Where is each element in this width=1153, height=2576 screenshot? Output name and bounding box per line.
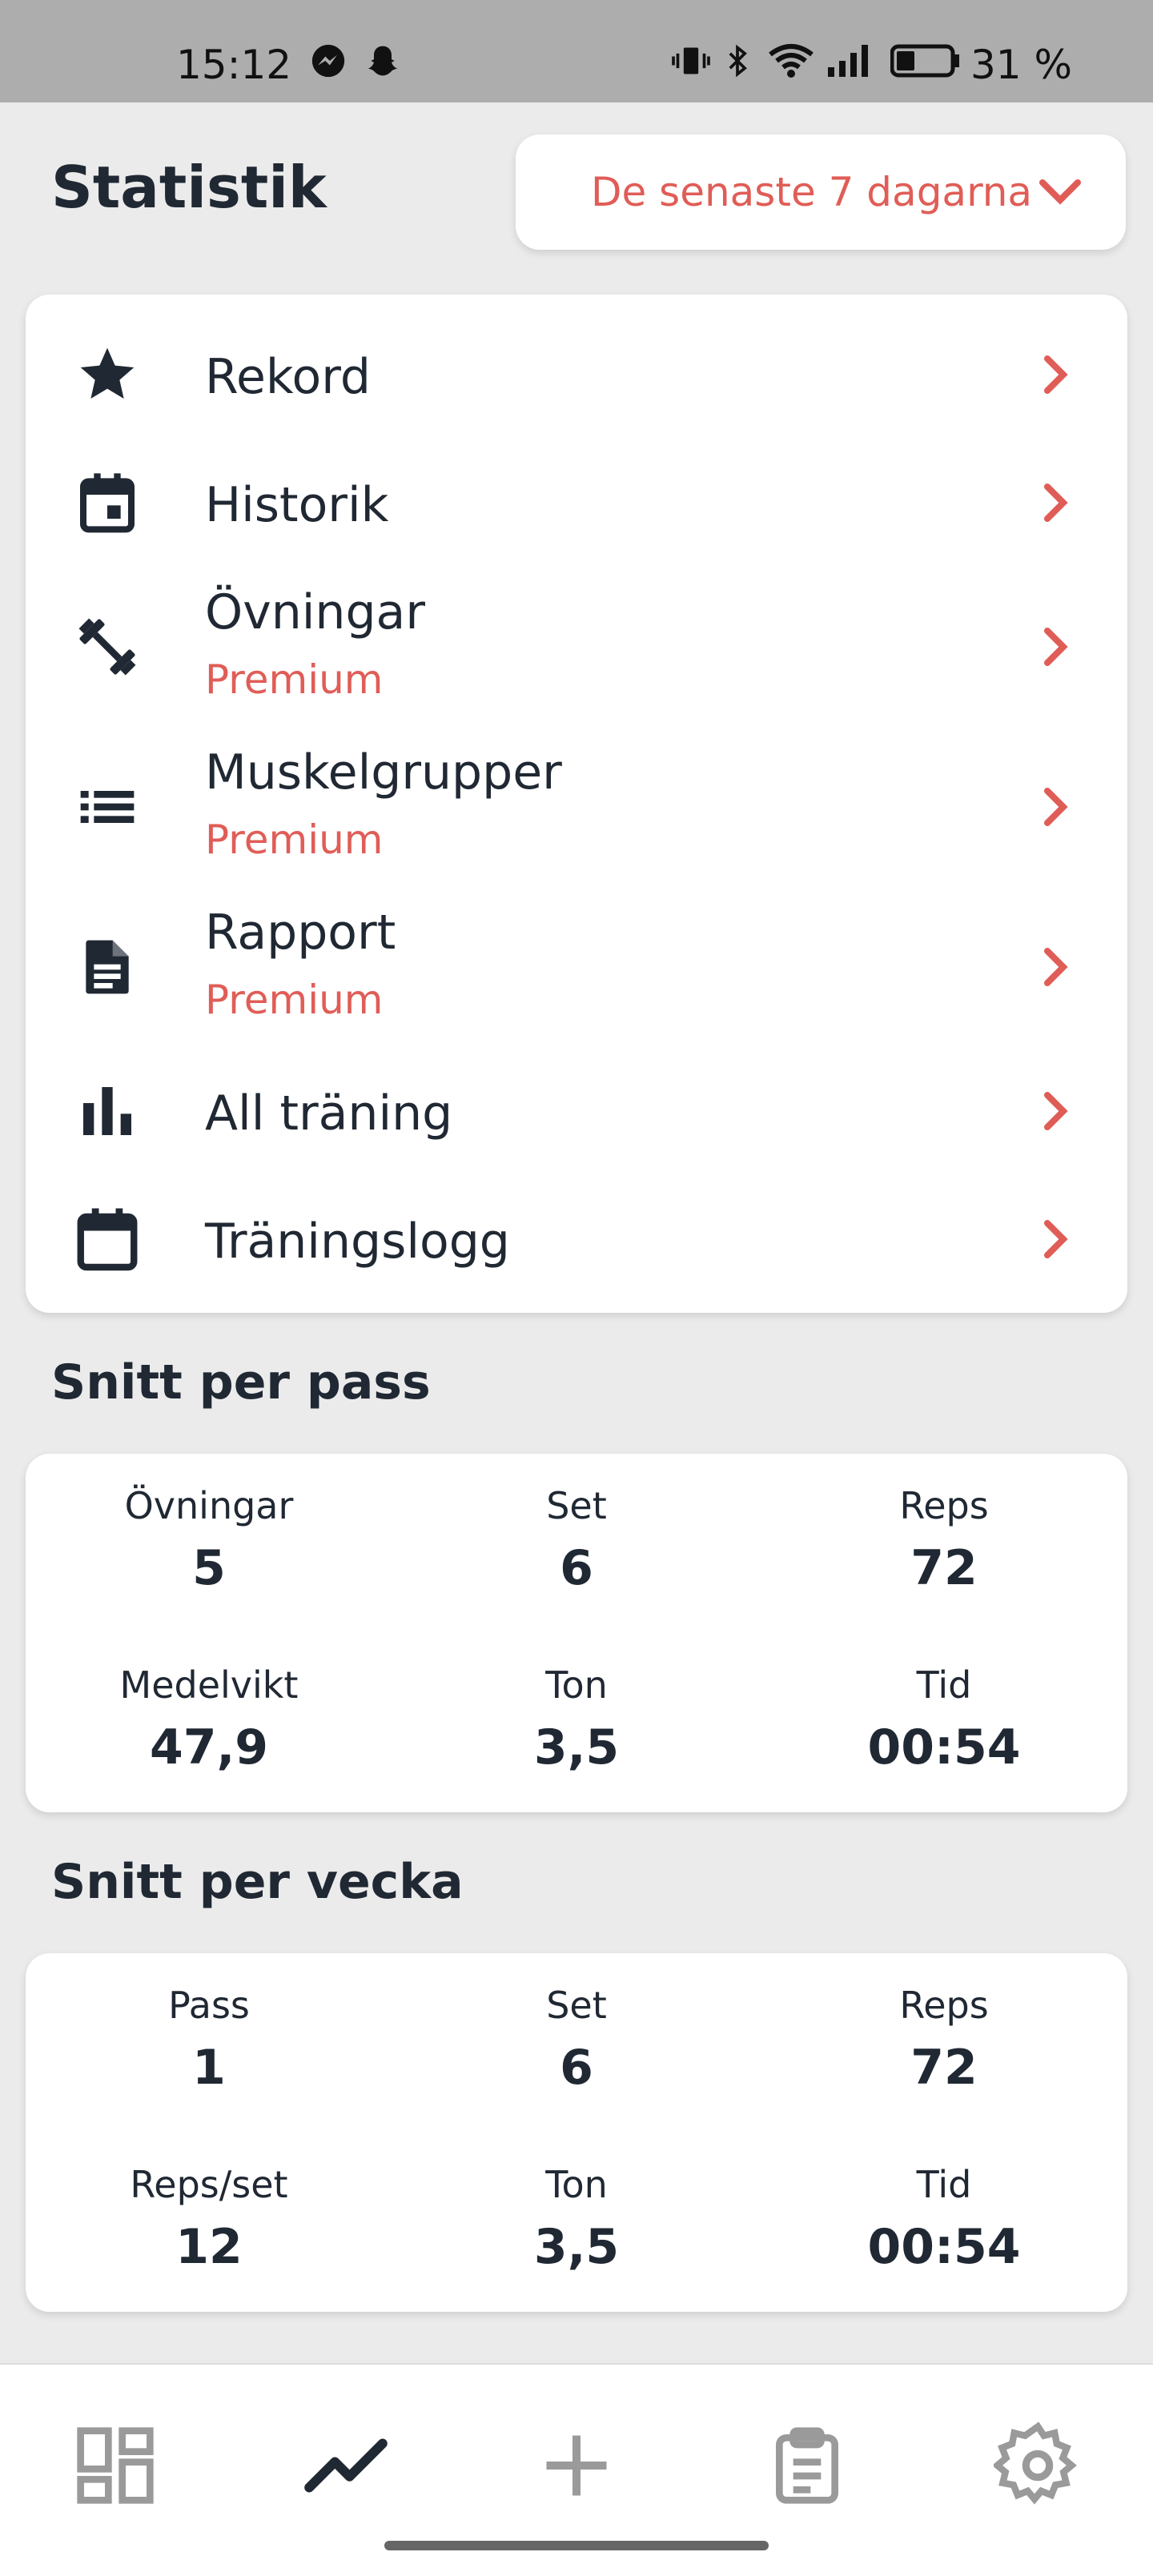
menu-item-muskelgrupper[interactable]: Muskelgrupper Premium <box>26 735 1127 879</box>
stat-sessions: Pass 1 <box>26 1984 392 2096</box>
stat-value: 1 <box>192 2040 226 2096</box>
stat-tons: Ton 3,5 <box>393 1663 760 1776</box>
stat-label: Reps <box>899 1984 989 2027</box>
section-title-per-session: Snitt per pass <box>51 1354 431 1410</box>
vibrate-icon <box>671 43 711 87</box>
stat-tons: Ton 3,5 <box>393 2163 760 2275</box>
menu-item-label: Muskelgrupper <box>205 744 562 800</box>
menu-item-label: Träningslogg <box>205 1214 510 1270</box>
stat-reps: Reps 72 <box>761 1984 1127 2096</box>
menu-item-ovningar[interactable]: Övningar Premium <box>26 575 1127 719</box>
stat-label: Ton <box>545 1663 608 1707</box>
bluetooth-icon <box>724 43 751 87</box>
stat-reps-per-set: Reps/set 12 <box>26 2163 392 2275</box>
stat-label: Reps <box>899 1484 989 1527</box>
menu-item-label: Övningar <box>205 584 425 640</box>
chevron-right-icon <box>1044 1220 1068 1258</box>
stat-value: 3,5 <box>533 2219 620 2275</box>
trending-up-icon <box>304 2438 388 2493</box>
snapchat-icon <box>365 43 400 87</box>
premium-badge: Premium <box>205 656 384 703</box>
section-title-per-week: Snitt per vecka <box>51 1854 464 1910</box>
calendar-event-icon <box>67 463 147 543</box>
menu-item-label: Rapport <box>205 905 396 961</box>
status-bar: 15:12 31 % <box>0 0 1153 102</box>
stat-value: 6 <box>560 1540 593 1596</box>
stat-value: 6 <box>560 2040 593 2096</box>
menu-item-rapport[interactable]: Rapport Premium <box>26 895 1127 1039</box>
dumbbell-icon <box>67 607 147 687</box>
menu-item-traningslogg[interactable]: Träningslogg <box>26 1191 1127 1287</box>
chevron-right-icon <box>1044 788 1068 826</box>
nav-dashboard[interactable] <box>51 2401 179 2530</box>
page-title: Statistik <box>51 154 327 221</box>
chevron-right-icon <box>1044 484 1068 522</box>
menu-item-label: Historik <box>205 477 389 533</box>
stat-sets: Set 6 <box>393 1484 760 1596</box>
stat-value: 72 <box>910 2040 978 2096</box>
stat-value: 5 <box>192 1540 226 1596</box>
menu-item-label: All träning <box>205 1085 453 1142</box>
menu-item-label: Rekord <box>205 349 371 405</box>
date-range-label: De senaste 7 dagarna <box>591 169 1033 215</box>
per-week-stats-card: Pass 1 Set 6 Reps 72 Reps/set 12 Ton 3,5… <box>26 1953 1127 2312</box>
battery-icon <box>890 43 962 87</box>
gear-icon <box>994 2422 1077 2505</box>
stat-value: 47,9 <box>149 1719 269 1776</box>
stat-reps: Reps 72 <box>761 1484 1127 1596</box>
stat-label: Tid <box>916 2163 972 2206</box>
chevron-right-icon <box>1044 628 1068 666</box>
stat-label: Set <box>546 1984 607 2027</box>
stat-time: Tid 00:54 <box>761 1663 1127 1776</box>
premium-badge: Premium <box>205 817 384 863</box>
stat-label: Pass <box>168 1984 250 2027</box>
dashboard-icon <box>77 2427 154 2504</box>
stat-label: Övningar <box>124 1484 294 1527</box>
stat-time: Tid 00:54 <box>761 2163 1127 2275</box>
per-session-stats-card: Övningar 5 Set 6 Reps 72 Medelvikt 47,9 … <box>26 1454 1127 1812</box>
stat-value: 72 <box>910 1540 978 1596</box>
stat-label: Reps/set <box>130 2163 288 2206</box>
stat-exercises: Övningar 5 <box>26 1484 392 1596</box>
wifi-icon <box>769 43 814 87</box>
stat-label: Set <box>546 1484 607 1527</box>
menu-item-rekord[interactable]: Rekord <box>26 327 1127 423</box>
stat-label: Ton <box>545 2163 608 2206</box>
menu-item-historik[interactable]: Historik <box>26 455 1127 551</box>
statistics-menu: Rekord Historik Övningar Premium Muskelg… <box>26 295 1127 1313</box>
stat-value: 12 <box>175 2219 243 2275</box>
nav-settings[interactable] <box>974 2401 1102 2530</box>
stat-label: Medelvikt <box>119 1663 299 1707</box>
date-range-dropdown[interactable]: De senaste 7 dagarna <box>516 134 1126 250</box>
premium-badge: Premium <box>205 977 384 1023</box>
stat-avg-weight: Medelvikt 47,9 <box>26 1663 392 1776</box>
stat-sets: Set 6 <box>393 1984 760 2096</box>
home-indicator[interactable] <box>384 2541 769 2550</box>
calendar-icon <box>67 1199 147 1279</box>
plus-icon <box>546 2435 607 2496</box>
signal-icon <box>826 43 873 87</box>
chevron-right-icon <box>1044 355 1068 394</box>
messenger-icon <box>311 43 346 87</box>
list-icon <box>67 767 147 847</box>
stat-value: 3,5 <box>533 1719 620 1776</box>
chevron-down-icon <box>1039 179 1081 205</box>
chevron-right-icon <box>1044 1092 1068 1130</box>
status-time: 15:12 <box>176 42 292 88</box>
menu-item-all-traning[interactable]: All träning <box>26 1063 1127 1159</box>
nav-add[interactable] <box>512 2401 641 2530</box>
clipboard-icon <box>776 2427 838 2504</box>
nav-statistics[interactable] <box>282 2401 410 2530</box>
stat-label: Tid <box>916 1663 972 1707</box>
star-icon <box>67 335 147 415</box>
nav-programs[interactable] <box>743 2401 871 2530</box>
document-icon <box>67 927 147 1007</box>
stat-value: 00:54 <box>867 2219 1021 2275</box>
battery-percent: 31 % <box>970 42 1073 88</box>
bar-chart-icon <box>67 1071 147 1151</box>
stat-value: 00:54 <box>867 1719 1021 1776</box>
chevron-right-icon <box>1044 948 1068 986</box>
